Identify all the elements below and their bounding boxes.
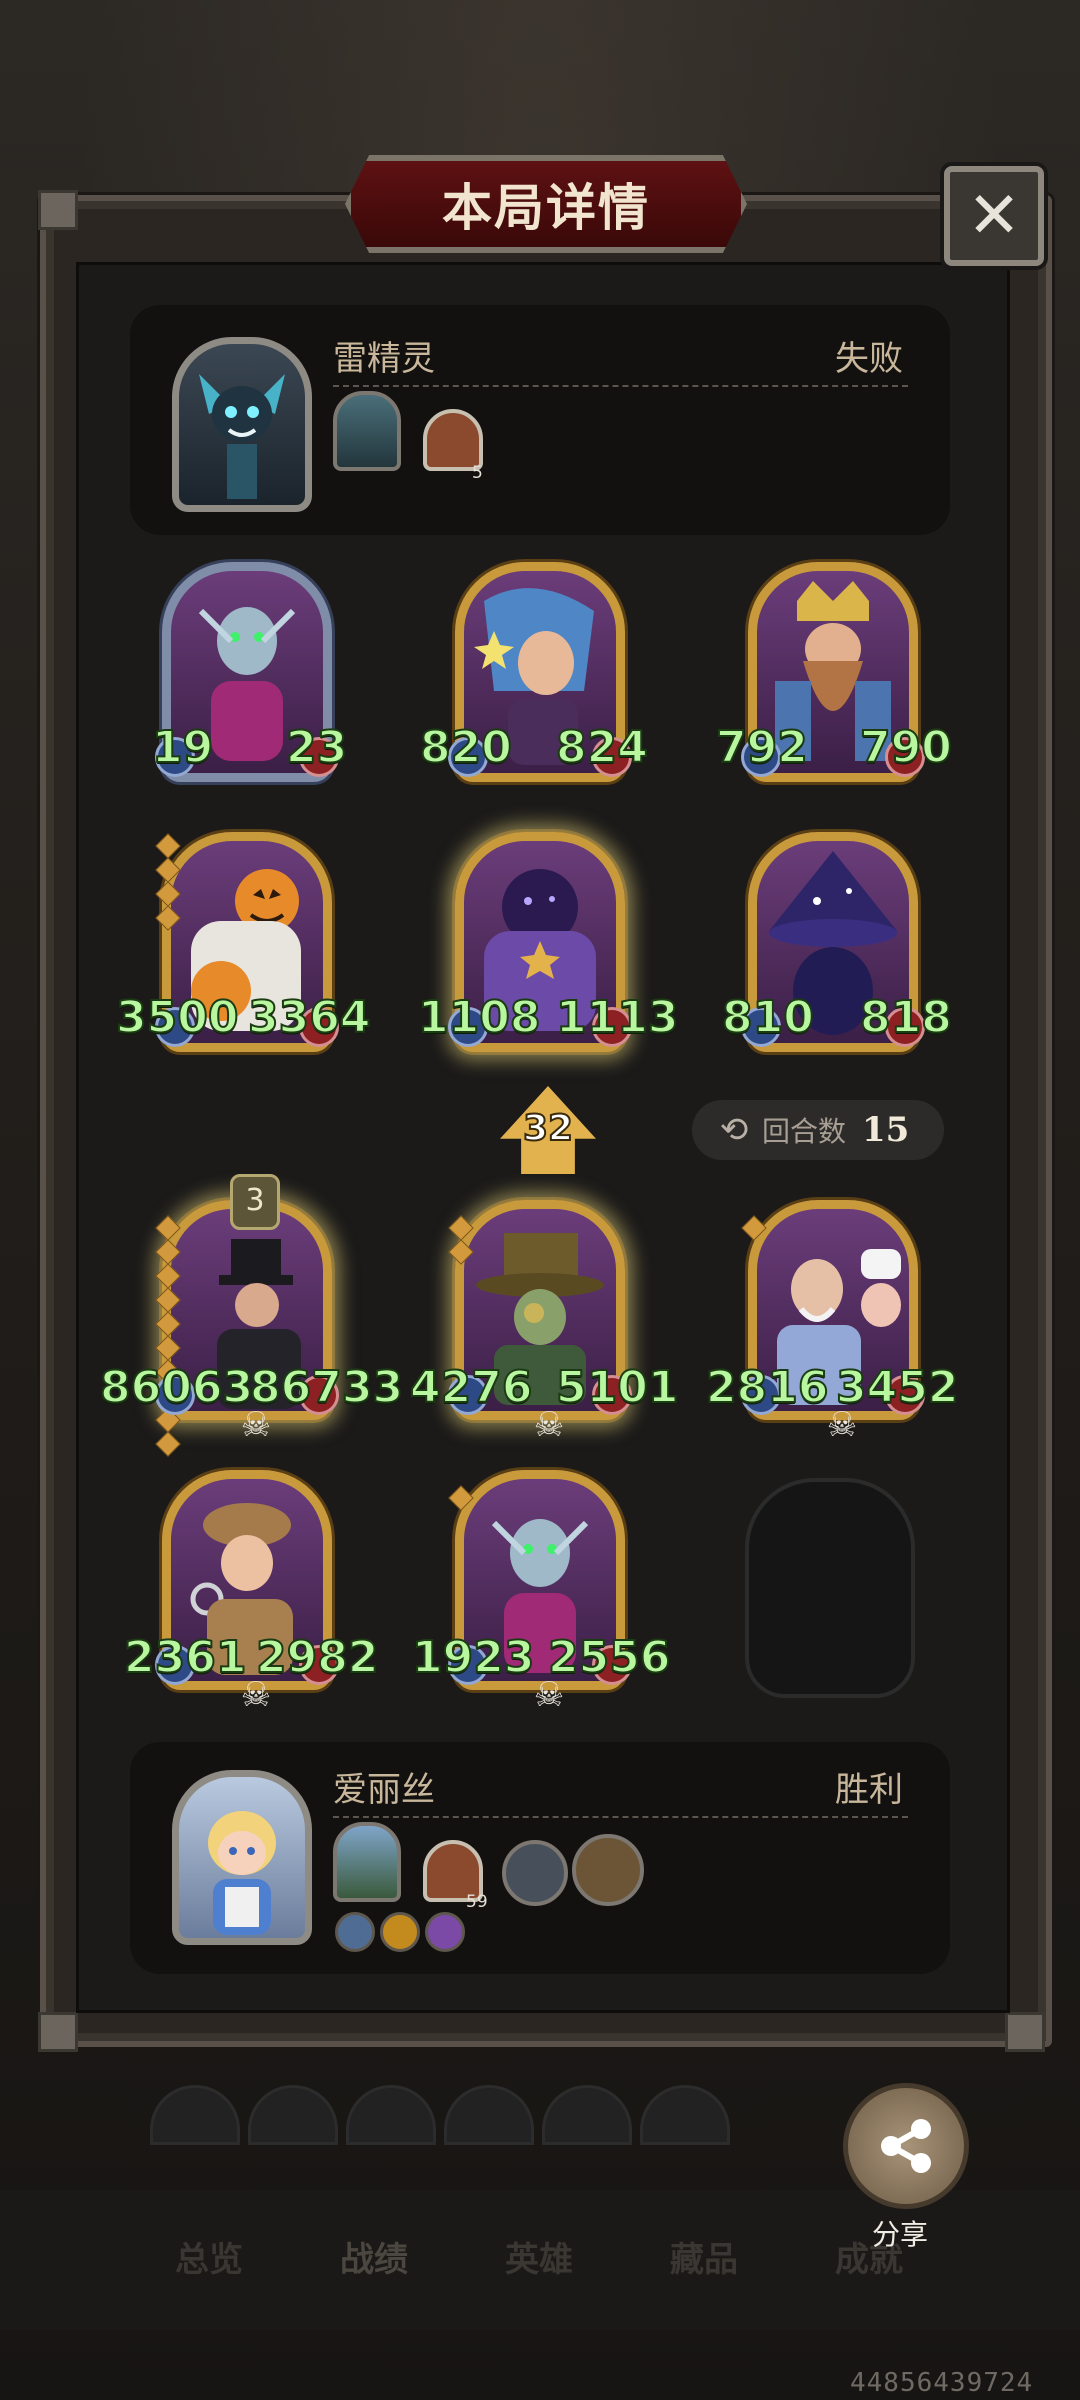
shadow-statue-icon[interactable] xyxy=(333,391,401,471)
player-result: 胜利 xyxy=(835,1770,903,1810)
house-count: 59 xyxy=(466,1892,488,1912)
unit-attack: 820 xyxy=(419,721,513,774)
turns-value: 15 xyxy=(862,1110,910,1150)
unit-attack: 3500 xyxy=(115,991,239,1044)
page-title: 本局详情 xyxy=(442,178,650,237)
treasure-chest-icon[interactable] xyxy=(572,1834,644,1906)
share-label: 分享 xyxy=(872,2218,929,2251)
alice-portrait xyxy=(208,1811,276,1935)
frame-corner xyxy=(38,190,78,230)
version-number: 44856439724 xyxy=(850,2368,1034,2398)
unit-level-badge: 3 xyxy=(230,1174,280,1230)
turns-label: 回合数 xyxy=(762,1115,847,1148)
unit-attack: 810 xyxy=(721,991,815,1044)
tree-statue-icon[interactable] xyxy=(333,1822,401,1902)
unit-attack: 2816 xyxy=(705,1361,829,1414)
close-icon: ✕ xyxy=(967,179,1021,253)
background-unit-strip xyxy=(150,2085,850,2145)
tab-collection[interactable]: 藏品 xyxy=(670,2232,738,2281)
opponent-result: 失败 xyxy=(835,339,903,379)
house-count: 5 xyxy=(472,463,483,483)
thunder-sprite-portrait xyxy=(199,374,285,499)
refresh-icon: ⟲ xyxy=(719,1110,749,1150)
frame-corner xyxy=(38,2012,78,2052)
share-button[interactable] xyxy=(843,2083,969,2209)
unit-health: 5101 xyxy=(555,1361,679,1414)
frame-corner xyxy=(1005,2012,1045,2052)
unit-health: 3452 xyxy=(835,1361,959,1414)
unit-attack: 86063 xyxy=(99,1361,254,1414)
unit-attack: 792 xyxy=(715,721,809,774)
pocket-watch-icon[interactable] xyxy=(502,1840,568,1906)
tab-records[interactable]: 战绩 xyxy=(340,2232,408,2281)
unit-attack: 1108 xyxy=(417,991,541,1044)
tier-value: 32 xyxy=(522,1107,574,1150)
unit-health: 2556 xyxy=(547,1631,671,1684)
player-name: 爱丽丝 xyxy=(333,1770,435,1810)
share-icon xyxy=(881,2119,931,2173)
unit-attack: 2361 xyxy=(123,1631,247,1684)
opponent-avatar[interactable] xyxy=(172,337,312,512)
title-banner: 本局详情 xyxy=(345,155,747,253)
house-icon[interactable] xyxy=(423,409,483,471)
unit-health: 23 xyxy=(285,721,348,774)
divider xyxy=(333,1816,908,1818)
unit-health: 818 xyxy=(859,991,953,1044)
unit-attack: 1923 xyxy=(411,1631,535,1684)
unit-attack: 19 xyxy=(151,721,214,774)
close-button[interactable]: ✕ xyxy=(944,166,1044,266)
opponent-panel: 雷精灵 失败 5 xyxy=(130,305,950,535)
unit-health: 3364 xyxy=(247,991,371,1044)
divider xyxy=(333,385,908,387)
tab-heroes[interactable]: 英雄 xyxy=(505,2232,573,2281)
unit-attack: 4276 xyxy=(409,1361,533,1414)
player-panel: 爱丽丝 胜利 59 xyxy=(130,1742,950,1974)
unit-health: 86733 xyxy=(249,1361,404,1414)
opponent-name: 雷精灵 xyxy=(333,339,435,379)
unit-health: 790 xyxy=(859,721,953,774)
horse-emblem-icon[interactable] xyxy=(380,1912,420,1952)
turns-counter: ⟲ 回合数 15 xyxy=(692,1100,944,1160)
mask-emblem-icon[interactable] xyxy=(425,1912,465,1952)
sword-emblem-icon[interactable] xyxy=(335,1912,375,1952)
unit-health: 1113 xyxy=(555,991,679,1044)
player-avatar[interactable] xyxy=(172,1770,312,1945)
unit-health: 824 xyxy=(555,721,649,774)
tab-overview[interactable]: 总览 xyxy=(175,2232,243,2281)
unit-health: 2982 xyxy=(255,1631,379,1684)
empty-unit-slot xyxy=(745,1478,915,1698)
